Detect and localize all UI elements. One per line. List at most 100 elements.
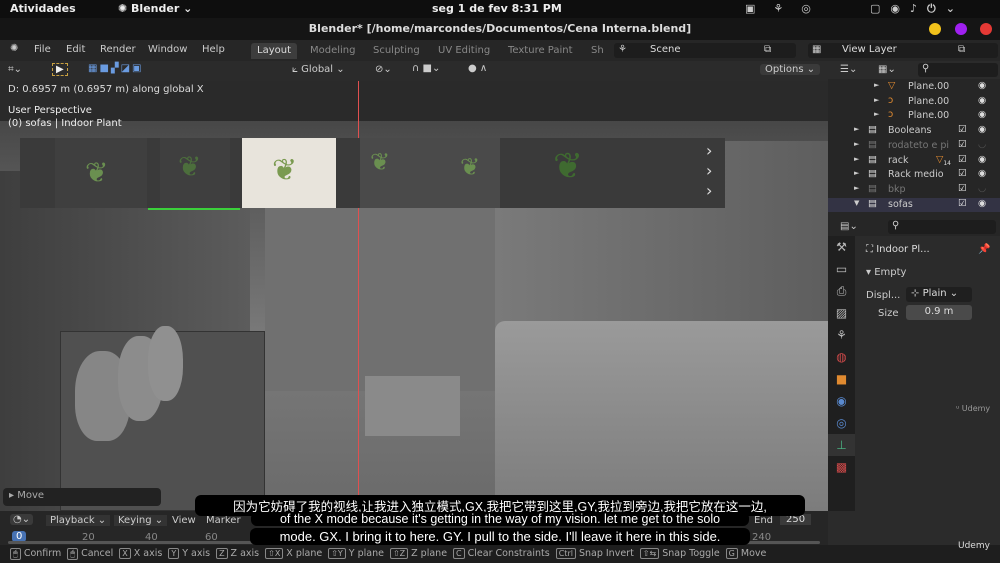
selection-mode-icons[interactable]: ▦■▞◪▣: [88, 63, 143, 74]
filter-icon[interactable]: ▦⌄: [878, 64, 896, 75]
expand-arrow-icon[interactable]: ►: [854, 184, 859, 192]
move-operator-panel[interactable]: ▸ Move: [3, 488, 161, 506]
playback-menu[interactable]: Playback ⌄: [46, 515, 111, 526]
eye-icon[interactable]: ◉: [978, 109, 986, 120]
pin-icon[interactable]: 📌: [978, 244, 990, 255]
editor-type-icon[interactable]: ▤⌄: [840, 221, 858, 232]
expand-arrow-icon[interactable]: ►: [874, 110, 879, 118]
maximize-button[interactable]: [955, 23, 967, 35]
hint-label: X axis: [133, 548, 163, 559]
outliner-row[interactable]: ► ▽ Plane.00 ◉: [828, 80, 1000, 95]
view-layer-selector[interactable]: ▦ View Layer ⧉: [808, 43, 998, 58]
modifier-tab-icon[interactable]: ◉: [828, 390, 855, 412]
texture-tab-icon[interactable]: ▩: [828, 456, 855, 478]
pivot-icon[interactable]: ⊘⌄: [375, 64, 392, 75]
select-tool-icon[interactable]: ▶: [52, 63, 68, 76]
eye-closed-icon[interactable]: ◡: [978, 183, 986, 194]
expand-arrow-icon[interactable]: ▼: [854, 199, 859, 207]
outliner-row[interactable]: ► ↄ Plane.00 ◉: [828, 109, 1000, 124]
view-menu[interactable]: View: [172, 515, 196, 526]
minimize-button[interactable]: [929, 23, 941, 35]
scroll-right-icon[interactable]: › › ›: [706, 141, 712, 201]
output-tab-icon[interactable]: ⎙: [828, 280, 855, 302]
scene-tab-icon[interactable]: ⚘: [828, 324, 855, 346]
world-tab-icon[interactable]: ◍: [828, 346, 855, 368]
scene-selector[interactable]: ⚘ Scene ⧉: [614, 43, 796, 58]
plant-thumbnail[interactable]: ❦: [523, 138, 615, 208]
close-button[interactable]: [980, 23, 992, 35]
eye-icon[interactable]: ◉: [978, 95, 986, 106]
expand-arrow-icon[interactable]: ►: [854, 140, 859, 148]
3d-viewport[interactable]: ❦ ❦ ❦ ❦ ❦ ❦ › › › D: 0.6957 m (0.6957 m) al…: [0, 81, 828, 511]
outliner-row[interactable]: ► ▤ rodateto e pi ☑ ◡: [828, 139, 1000, 154]
menu-render[interactable]: Render: [100, 44, 136, 55]
plant-thumbnail[interactable]: ❦ ❦: [360, 138, 500, 208]
options-dropdown[interactable]: Options ⌄: [760, 64, 821, 75]
display-mode-icon[interactable]: ☰⌄: [840, 64, 857, 75]
plant-thumbnail[interactable]: ❦: [55, 138, 147, 208]
menu-window[interactable]: Window: [148, 44, 187, 55]
eye-icon[interactable]: ◉: [978, 154, 986, 165]
exclude-checkbox[interactable]: ☑: [958, 183, 967, 194]
tab-sculpting[interactable]: Sculpting: [367, 43, 426, 59]
app-menu[interactable]: ✺ Blender ⌄: [118, 2, 192, 15]
render-tab-icon[interactable]: ▭: [828, 258, 855, 280]
outliner-row[interactable]: ► ▤ Rack medio ☑ ◉: [828, 168, 1000, 183]
expand-arrow-icon[interactable]: ►: [874, 81, 879, 89]
expand-arrow-icon[interactable]: ►: [854, 125, 859, 133]
tool-tab-icon[interactable]: ⚒: [828, 236, 855, 258]
new-scene-icon[interactable]: ⧉: [764, 44, 771, 55]
menu-edit[interactable]: Edit: [66, 44, 85, 55]
view-layer-tab-icon[interactable]: ▨: [828, 302, 855, 324]
plant-thumbnail[interactable]: ❦: [242, 138, 336, 208]
clock[interactable]: seg 1 de fev 8:31 PM: [432, 2, 562, 15]
outliner-row[interactable]: ► ↄ Plane.00 ◉: [828, 95, 1000, 110]
empty-panel-header[interactable]: ▾ Empty: [866, 267, 906, 278]
eye-icon[interactable]: ◉: [978, 168, 986, 179]
menu-help[interactable]: Help: [202, 44, 225, 55]
marker-menu[interactable]: Marker: [206, 515, 241, 526]
keying-menu[interactable]: Keying ⌄: [114, 515, 168, 526]
exclude-checkbox[interactable]: ☑: [958, 198, 967, 209]
tab-texture-paint[interactable]: Texture Paint: [502, 43, 579, 59]
outliner-search-input[interactable]: ⚲: [918, 63, 998, 77]
outliner-row[interactable]: ► ▤ bkp ☑ ◡: [828, 183, 1000, 198]
activities-button[interactable]: Atividades: [10, 2, 76, 15]
tab-uv-editing[interactable]: UV Editing: [432, 43, 496, 59]
editor-type-icon[interactable]: ⌗⌄: [8, 64, 22, 75]
snap-toggle-icon[interactable]: ∩ ■⌄: [412, 63, 440, 74]
editor-type-icon[interactable]: ◔⌄: [10, 514, 34, 525]
outliner-row[interactable]: ▼ ▤ sofas ☑ ◉: [828, 197, 1000, 213]
outliner-row[interactable]: ► ▤ rack ▽14 ☑ ◉: [828, 154, 1000, 169]
proportional-edit-icon[interactable]: ● ∧: [468, 63, 487, 74]
eye-closed-icon[interactable]: ◡: [978, 139, 986, 150]
outliner-row[interactable]: ► ▤ Booleans ☑ ◉: [828, 124, 1000, 139]
properties-search-input[interactable]: ⚲: [888, 220, 996, 234]
tray-icons[interactable]: ▣⚘◎: [745, 2, 829, 15]
exclude-checkbox[interactable]: ☑: [958, 139, 967, 150]
tab-layout[interactable]: Layout: [251, 43, 297, 59]
display-as-dropdown[interactable]: ⊹ Plain ⌄: [906, 287, 972, 302]
object-tab-icon[interactable]: ■: [828, 368, 855, 390]
transform-orientation[interactable]: ⟀ Global ⌄: [292, 64, 345, 75]
expand-arrow-icon[interactable]: ►: [854, 169, 859, 177]
eye-icon[interactable]: ◉: [978, 80, 986, 91]
expand-arrow-icon[interactable]: ►: [874, 96, 879, 104]
exclude-checkbox[interactable]: ☑: [958, 124, 967, 135]
data-tab-icon[interactable]: ⊥: [828, 434, 855, 456]
eye-icon[interactable]: ◉: [978, 124, 986, 135]
system-menu-icons[interactable]: ▢◉♪⏻⌄: [870, 2, 965, 16]
physics-tab-icon[interactable]: ◎: [828, 412, 855, 434]
blender-logo-icon[interactable]: ✺: [10, 43, 18, 54]
tab-modeling[interactable]: Modeling: [304, 43, 362, 59]
exclude-checkbox[interactable]: ☑: [958, 168, 967, 179]
exclude-checkbox[interactable]: ☑: [958, 154, 967, 165]
expand-arrow-icon[interactable]: ►: [854, 155, 859, 163]
eye-icon[interactable]: ◉: [978, 198, 986, 209]
plant-thumbnail[interactable]: ❦: [160, 138, 230, 208]
tab-shading[interactable]: Sh: [585, 43, 610, 59]
menu-file[interactable]: File: [34, 44, 51, 55]
hint-label: Z plane: [411, 548, 448, 559]
new-view-layer-icon[interactable]: ⧉: [958, 44, 965, 55]
size-field[interactable]: 0.9 m: [906, 305, 972, 320]
